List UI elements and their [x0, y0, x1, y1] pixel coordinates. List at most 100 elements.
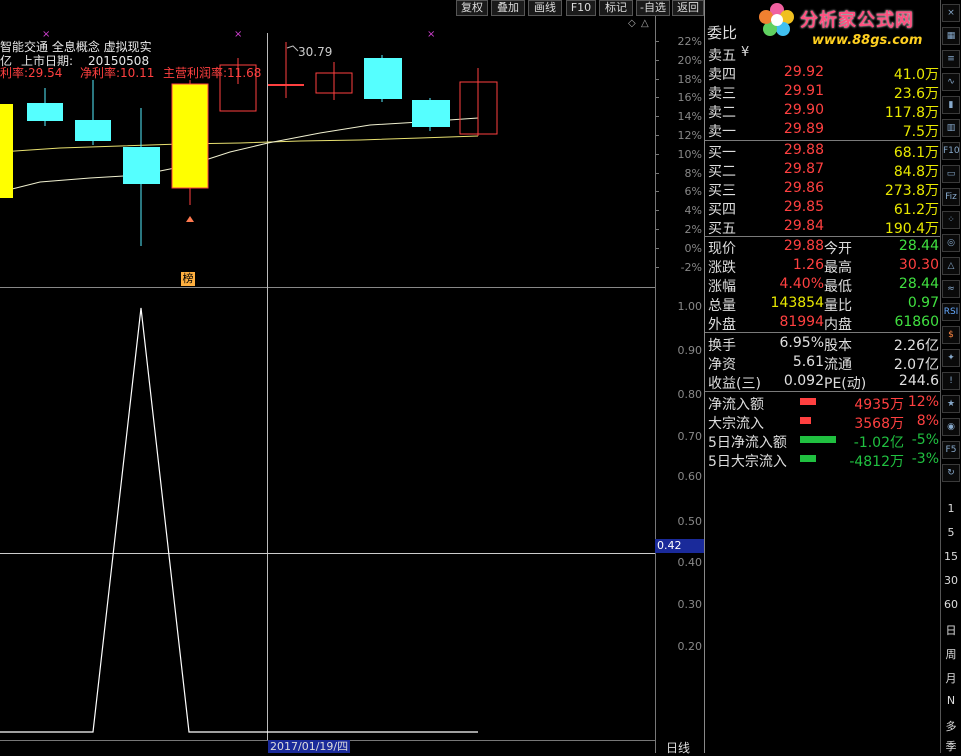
ask-level-label: 卖三 — [708, 86, 736, 102]
grid-icon[interactable]: ▦ — [942, 27, 960, 45]
ask-price[interactable]: 29.89 — [784, 121, 824, 137]
alert-icon[interactable]: △ — [942, 257, 960, 275]
flow-label: 5日大宗流入 — [708, 454, 787, 470]
ask-price[interactable]: 29.90 — [784, 102, 824, 118]
panel-divider — [704, 0, 705, 753]
candle — [123, 147, 160, 184]
stat-label: 量比 — [824, 298, 852, 314]
list-icon[interactable]: ≡ — [942, 50, 960, 68]
ask-level-label: 卖二 — [708, 105, 736, 121]
bid-price[interactable]: 29.86 — [784, 180, 824, 196]
stat-label: 最高 — [824, 260, 852, 276]
separator — [705, 391, 941, 392]
flow-value: 3568万 — [854, 416, 904, 432]
flow-value: -1.02亿 — [853, 435, 904, 451]
f5-icon[interactable]: F5 — [942, 441, 960, 459]
crosshair-date-label: 2017/01/19/四 — [268, 740, 351, 753]
line-chart-icon[interactable]: ∿ — [942, 73, 960, 91]
ask-row: 卖一 29.89 7.5万 — [707, 120, 939, 140]
order-ratio-label: 委比 — [707, 24, 738, 42]
stat-label: 内盘 — [824, 317, 852, 333]
refresh-icon[interactable]: ↻ — [942, 464, 960, 482]
period-button[interactable]: 周 — [942, 646, 960, 662]
price-tick-label: 12% — [677, 129, 702, 142]
flow-percent: -5% — [911, 432, 939, 448]
bid-price[interactable]: 29.88 — [784, 142, 824, 158]
close-icon[interactable]: × — [942, 4, 960, 22]
tick-mark — [655, 229, 659, 230]
period-button[interactable]: 5 — [942, 526, 960, 539]
back-button[interactable]: 返回 — [672, 0, 704, 16]
tick-mark — [655, 97, 659, 99]
indicator-chart[interactable] — [0, 288, 655, 740]
candle-icon[interactable]: ▮ — [942, 96, 960, 114]
fund-flow-row: 5日净流入额 -1.02亿 -5% — [707, 431, 939, 451]
pe-ratio: 244.6 — [898, 373, 939, 389]
period-button[interactable]: N — [942, 694, 960, 707]
bid-price[interactable]: 29.84 — [784, 218, 824, 234]
bid-price[interactable]: 29.85 — [784, 199, 824, 215]
turnover: 6.95% — [779, 335, 824, 351]
logo-flower-icon — [757, 0, 797, 40]
compass-icon[interactable]: ✦ — [942, 349, 960, 367]
tick-mark — [655, 116, 659, 118]
money-icon[interactable]: ◉ — [942, 418, 960, 436]
ask-price[interactable]: 29.92 — [784, 64, 824, 80]
wave-icon[interactable]: ≈ — [942, 280, 960, 298]
net-margin: 净利率:10.11 — [80, 66, 155, 80]
period-button[interactable]: 15 — [942, 550, 960, 563]
pct-change: 4.40% — [779, 276, 824, 292]
period-button[interactable]: 多 — [942, 718, 960, 734]
dollar-icon[interactable]: $ — [942, 326, 960, 344]
candle — [364, 58, 402, 99]
rsi-icon[interactable]: RSI — [942, 303, 960, 321]
bid-volume: 273.8万 — [884, 183, 939, 199]
period-button[interactable]: 季 — [942, 738, 960, 754]
bid-volume: 84.8万 — [893, 164, 939, 180]
bid-level-label: 买三 — [708, 183, 736, 199]
ask-level-label: 卖四 — [708, 67, 736, 83]
period-button[interactable]: 日 — [942, 622, 960, 638]
period-label[interactable]: 日线 — [666, 739, 690, 756]
gross-margin: 毛利率:29.54 — [0, 66, 63, 80]
period-button[interactable]: 1 — [942, 502, 960, 515]
price-tick-label: 10% — [677, 147, 702, 161]
event-marker[interactable]: × — [427, 29, 435, 40]
indicator-tick-label: 0.80 — [677, 388, 703, 401]
signal-arrow — [186, 216, 194, 222]
fiz-icon[interactable]: Fiz — [942, 188, 960, 206]
bid-price[interactable]: 29.87 — [784, 161, 824, 177]
crosshair-value-label: 0.42 — [655, 539, 704, 553]
logo-brand: 分析家公式网 — [800, 10, 914, 31]
tick-mark — [655, 247, 659, 249]
bar-chart-icon[interactable]: ▥ — [942, 119, 960, 137]
star-icon[interactable]: ★ — [942, 395, 960, 413]
window-icon[interactable]: ▭ — [942, 165, 960, 183]
event-marker[interactable]: × — [42, 29, 50, 40]
ask-price[interactable]: 29.91 — [784, 83, 824, 99]
period-button[interactable]: 30 — [942, 574, 960, 587]
event-marker[interactable]: × — [234, 29, 242, 40]
ask-level-label: 卖一 — [708, 124, 736, 140]
stat-label: 净资 — [708, 357, 736, 373]
concepts-label: 智能交通 全息概念 虚拟现实 — [0, 40, 152, 54]
fund-flow-row: 5日大宗流入 -4812万 -3% — [707, 450, 939, 470]
bid-row: 买五 29.84 190.4万 — [707, 217, 939, 237]
candle — [0, 104, 13, 198]
indicator-tick-label: 1.00 — [677, 300, 703, 313]
scatter-icon[interactable]: ⁘ — [942, 211, 960, 229]
ranking-badge[interactable]: 榜 — [181, 272, 195, 286]
price-tick-label: 6% — [684, 185, 702, 199]
target-icon[interactable]: ◎ — [942, 234, 960, 252]
stat-label: 股本 — [824, 338, 852, 354]
stat-label: 收益(三) — [708, 376, 761, 392]
bid-row: 买二 29.87 84.8万 — [707, 160, 939, 180]
period-button[interactable]: 月 — [942, 670, 960, 686]
indicator-tick-label: 0.30 — [677, 598, 703, 611]
f10-icon[interactable]: F10 — [942, 142, 960, 160]
period-button[interactable]: 60 — [942, 598, 960, 611]
indicator-tick-label: 0.70 — [677, 430, 703, 443]
indicator-line — [0, 307, 478, 733]
warning-icon[interactable]: ! — [942, 372, 960, 390]
ask-row: 卖四 29.92 41.0万 — [707, 63, 939, 83]
